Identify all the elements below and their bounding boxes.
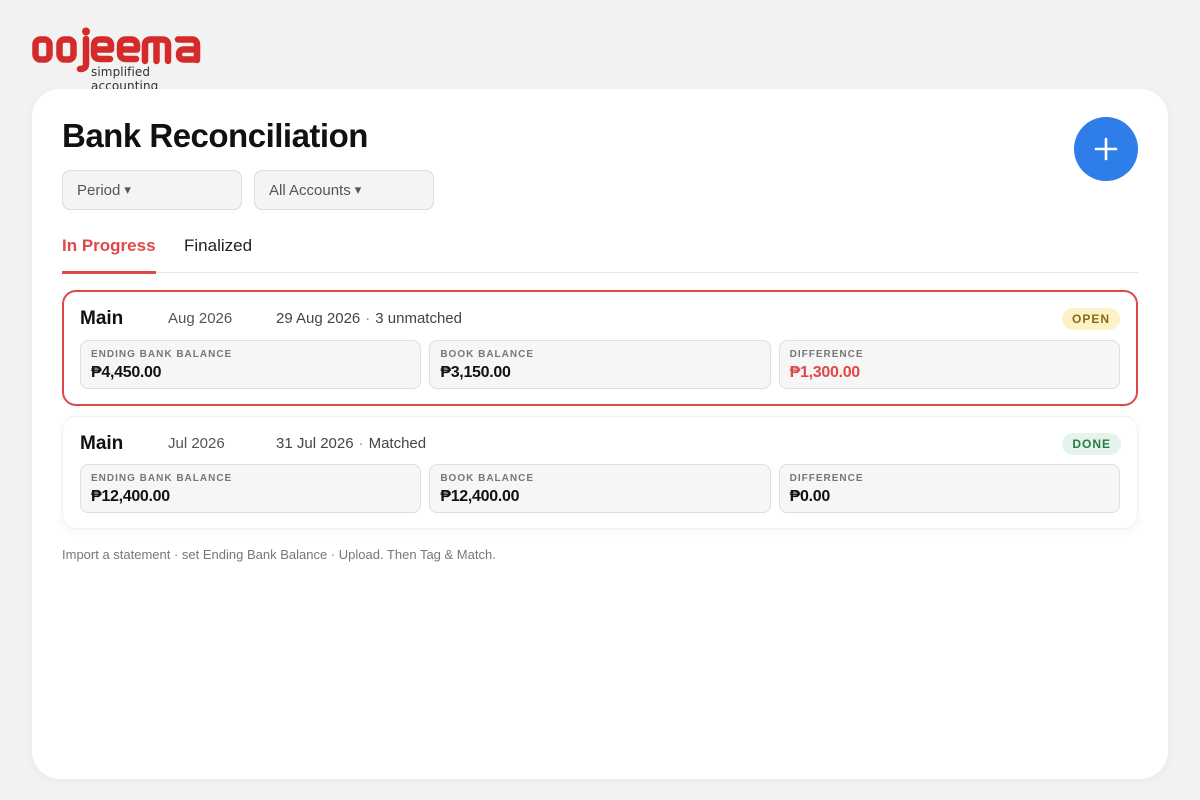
match-status: 3 unmatched bbox=[375, 310, 462, 327]
period-label: Jul 2026 bbox=[168, 435, 225, 452]
plus-icon bbox=[1094, 137, 1118, 161]
account-name: Main bbox=[80, 433, 124, 454]
tab-in-progress[interactable]: In Progress bbox=[62, 236, 156, 274]
ending-bank-balance-value: ₱12,400.00 bbox=[91, 488, 170, 505]
tab-finalized[interactable]: Finalized bbox=[184, 236, 252, 273]
statement-date: 29 Aug 2026 bbox=[276, 310, 361, 327]
metric-label: DIFFERENCE bbox=[789, 349, 864, 360]
brand-logo: simplified accounting bbox=[32, 26, 204, 93]
metric-label: ENDING BANK BALANCE bbox=[91, 473, 233, 484]
add-reconciliation-button[interactable] bbox=[1074, 117, 1138, 181]
page-title: Bank Reconciliation bbox=[62, 117, 368, 154]
book-balance-value: ₱3,150.00 bbox=[440, 364, 511, 381]
metric-label: ENDING BANK BALANCE bbox=[91, 349, 233, 360]
match-status: Matched bbox=[368, 435, 427, 452]
accounts-filter-dropdown[interactable]: All Accounts ▾ bbox=[254, 170, 434, 210]
difference-box: DIFFERENCE ₱1,300.00 bbox=[778, 340, 1120, 389]
reconciliation-header: Main Jul 2026 31 Jul 2026 · Matched DONE bbox=[80, 433, 1121, 455]
account-name: Main bbox=[80, 308, 124, 329]
status-badge: OPEN bbox=[1061, 308, 1120, 330]
main-card: Bank Reconciliation Period ▾ All Account… bbox=[32, 89, 1168, 779]
accounts-filter-label: All Accounts bbox=[269, 181, 351, 199]
separator: · bbox=[358, 435, 364, 452]
ending-bank-balance-box: ENDING BANK BALANCE ₱12,400.00 bbox=[80, 464, 422, 513]
reconciliation-summary: 31 Jul 2026 · Matched bbox=[276, 435, 426, 452]
ending-bank-balance-value: ₱4,450.00 bbox=[91, 364, 162, 381]
difference-value: ₱0.00 bbox=[789, 488, 831, 505]
ending-bank-balance-box: ENDING BANK BALANCE ₱4,450.00 bbox=[80, 340, 422, 389]
chevron-down-icon: ▾ bbox=[354, 182, 362, 197]
period-filter-dropdown[interactable]: Period ▾ bbox=[62, 170, 242, 210]
statement-date: 31 Jul 2026 bbox=[276, 435, 354, 452]
metric-label: BOOK BALANCE bbox=[440, 473, 534, 484]
period-label: Aug 2026 bbox=[168, 310, 233, 327]
separator: · bbox=[365, 310, 371, 327]
help-hint: Import a statement · set Ending Bank Bal… bbox=[62, 547, 496, 562]
reconciliation-summary: 29 Aug 2026 · 3 unmatched bbox=[276, 310, 462, 327]
balance-metrics: ENDING BANK BALANCE ₱12,400.00 BOOK BALA… bbox=[80, 464, 1120, 513]
reconciliation-header: Main Aug 2026 29 Aug 2026 · 3 unmatched OP… bbox=[80, 308, 1120, 330]
difference-box: DIFFERENCE ₱0.00 bbox=[778, 464, 1120, 513]
status-badge: DONE bbox=[1062, 433, 1121, 455]
book-balance-box: BOOK BALANCE ₱12,400.00 bbox=[429, 464, 771, 513]
period-filter-label: Period bbox=[77, 181, 121, 199]
chevron-down-icon: ▾ bbox=[124, 182, 131, 197]
difference-value: ₱1,300.00 bbox=[789, 364, 861, 381]
metric-label: DIFFERENCE bbox=[789, 473, 864, 484]
reconciliation-card[interactable]: Main Jul 2026 31 Jul 2026 · Matched DONE E… bbox=[62, 416, 1138, 529]
status-tabs: In Progress Finalized bbox=[62, 230, 1138, 274]
book-balance-box: BOOK BALANCE ₱3,150.00 bbox=[429, 340, 771, 389]
balance-metrics: ENDING BANK BALANCE ₱4,450.00 BOOK BALAN… bbox=[80, 340, 1120, 389]
metric-label: BOOK BALANCE bbox=[440, 349, 534, 360]
reconciliation-card[interactable]: Main Aug 2026 29 Aug 2026 · 3 unmatched OP… bbox=[62, 290, 1138, 406]
book-balance-value: ₱12,400.00 bbox=[440, 488, 520, 505]
